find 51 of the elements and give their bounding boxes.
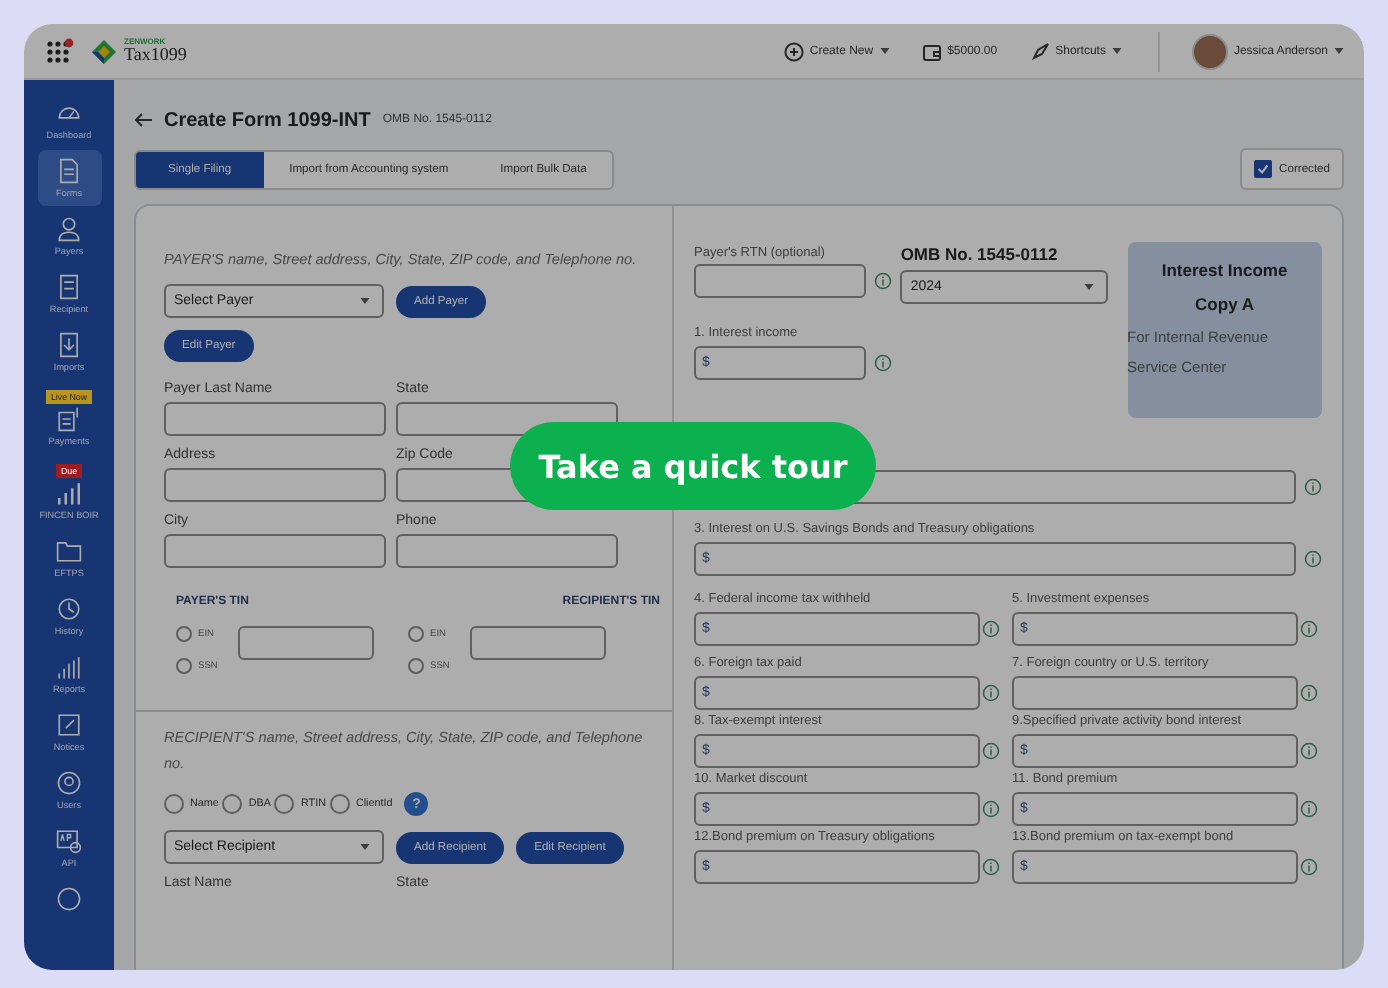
info-icon[interactable] bbox=[982, 620, 1000, 638]
input-field[interactable] bbox=[469, 626, 606, 660]
folder-icon bbox=[56, 538, 82, 564]
info-icon[interactable] bbox=[1300, 620, 1318, 638]
caret-icon bbox=[360, 298, 370, 304]
app-grid-icon[interactable] bbox=[46, 37, 74, 65]
chart-icon bbox=[56, 654, 82, 680]
info-icon[interactable] bbox=[982, 742, 1000, 760]
info-icon[interactable] bbox=[1300, 684, 1318, 702]
info-icon[interactable] bbox=[982, 800, 1000, 818]
wallet-icon bbox=[921, 41, 942, 61]
omb-number: OMB No. 1545-0112 bbox=[900, 242, 1060, 266]
history-icon bbox=[56, 596, 82, 622]
back-arrow-icon[interactable] bbox=[134, 112, 152, 128]
input-field[interactable] bbox=[237, 626, 374, 660]
scroll-icon bbox=[56, 274, 82, 300]
page-title: Create Form 1099-INT bbox=[164, 109, 371, 131]
note-icon bbox=[56, 712, 82, 738]
person-icon bbox=[56, 216, 82, 242]
info-icon[interactable] bbox=[1304, 478, 1322, 496]
avatar-icon bbox=[1191, 33, 1228, 69]
product-name: Tax1099 bbox=[124, 46, 187, 64]
input-field[interactable] bbox=[694, 264, 866, 298]
document-icon bbox=[56, 158, 82, 184]
info-icon[interactable] bbox=[1300, 858, 1318, 876]
api-icon bbox=[56, 828, 82, 854]
input-field[interactable] bbox=[396, 534, 618, 568]
help-icon bbox=[56, 886, 82, 912]
info-icon[interactable] bbox=[982, 684, 1000, 702]
caret-icon bbox=[1084, 284, 1095, 290]
info-icon[interactable] bbox=[1300, 800, 1318, 818]
copy-label: Copy A bbox=[1195, 292, 1254, 318]
dollar-document-icon bbox=[56, 406, 82, 432]
caret-icon bbox=[360, 844, 370, 850]
copy-title: Interest Income bbox=[1161, 258, 1288, 284]
logo-icon bbox=[90, 37, 118, 65]
download-icon bbox=[56, 332, 82, 358]
input-field[interactable] bbox=[164, 402, 386, 436]
input-field[interactable] bbox=[1012, 676, 1298, 710]
chart-icon bbox=[56, 480, 82, 506]
quick-tour-toast[interactable]: Take a quick tour bbox=[510, 422, 876, 510]
info-icon[interactable] bbox=[982, 858, 1000, 876]
info-icon[interactable] bbox=[874, 354, 892, 372]
user-icon bbox=[56, 770, 82, 796]
info-icon[interactable] bbox=[1304, 550, 1322, 568]
caret-icon bbox=[1334, 48, 1344, 54]
info-icon[interactable] bbox=[874, 272, 892, 290]
plus-icon bbox=[783, 41, 804, 61]
info-icon[interactable] bbox=[1300, 742, 1318, 760]
input-field[interactable] bbox=[164, 534, 386, 568]
input-field[interactable] bbox=[164, 468, 386, 502]
